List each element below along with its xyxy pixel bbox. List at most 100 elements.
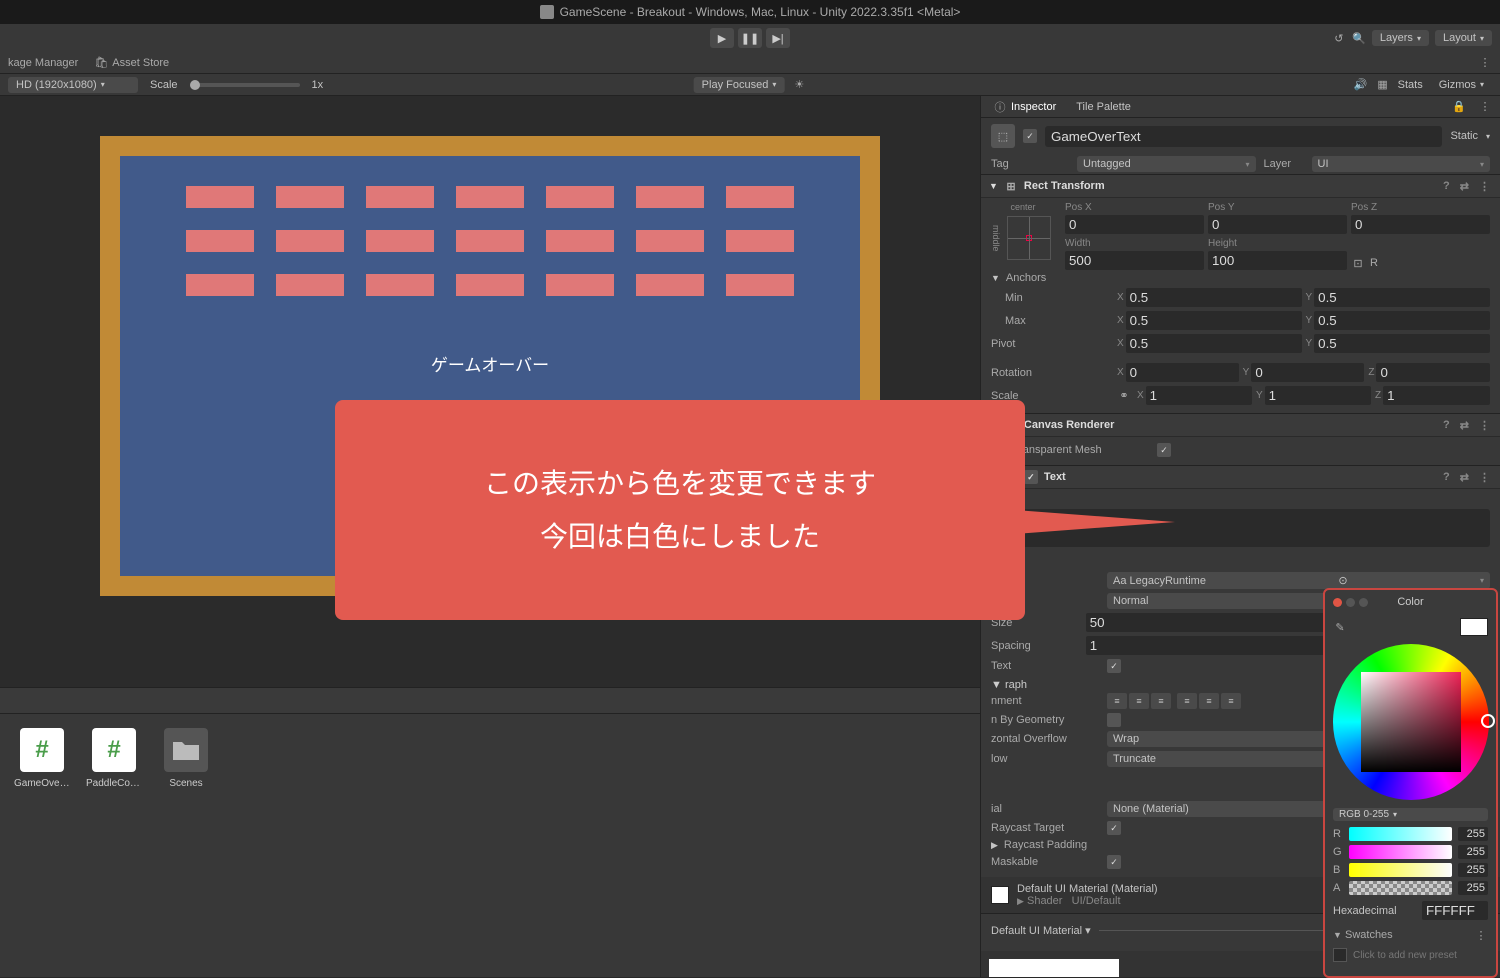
lock-icon[interactable]: 🔒 [1452,100,1466,114]
window-traffic-lights[interactable] [1333,598,1368,607]
gizmos-dropdown[interactable]: Gizmos [1431,77,1492,93]
rich-text-checkbox[interactable]: ✓ [1107,659,1121,673]
preset-icon[interactable]: ⇄ [1458,419,1471,432]
color-sv-box[interactable] [1361,672,1461,772]
b-value[interactable]: 255 [1458,863,1488,877]
layers-dropdown[interactable]: Layers [1372,30,1429,46]
undo-history-icon[interactable]: ↺ [1332,31,1346,45]
brick [276,186,344,208]
resolution-dropdown[interactable]: HD (1920x1080) [8,77,138,93]
pause-button[interactable]: ❚❚ [738,28,762,48]
asset-item[interactable]: # GameOver... [14,728,70,789]
tab-asset-store[interactable]: 🛍Asset Store [94,56,169,69]
asset-label: GameOver... [14,778,70,789]
view-tabs: kage Manager 🛍Asset Store ⋮ [0,52,1500,74]
asset-item[interactable]: Scenes [158,728,214,789]
static-label: Static [1450,130,1478,142]
active-checkbox[interactable]: ✓ [1023,129,1037,143]
play-focused-dropdown[interactable]: Play Focused [694,77,785,93]
rot-z[interactable] [1376,363,1490,382]
help-icon[interactable]: ? [1441,471,1452,483]
a-slider[interactable] [1349,881,1452,895]
annotation-line-1: この表示から色を変更できます [484,457,876,510]
swatches-menu-icon[interactable]: ⋮ [1474,928,1488,942]
preset-icon[interactable]: ⇄ [1458,180,1471,193]
anchor-min-y[interactable] [1314,288,1490,307]
scale-z[interactable] [1383,386,1490,405]
text-component-header[interactable]: ▼T✓ Text ?⇄⋮ [981,465,1500,489]
project-panel: # GameOver... #PaddleCon... Scenes [0,687,980,977]
anchor-max-x[interactable] [1126,311,1302,330]
asset-item[interactable]: #PaddleCon... [86,728,142,789]
anchor-min-x[interactable] [1126,288,1302,307]
preset-icon[interactable]: ⇄ [1458,471,1471,484]
g-slider[interactable] [1349,845,1452,859]
tab-tile-palette[interactable]: Tile Palette [1072,101,1135,113]
anchor-max-y[interactable] [1314,311,1490,330]
pos-y-field[interactable] [1208,215,1347,234]
search-icon[interactable]: 🔍 [1352,31,1366,45]
play-button[interactable]: ▶ [710,28,734,48]
pivot-x[interactable] [1126,334,1302,353]
stats-toggle[interactable]: Stats [1398,79,1423,91]
font-dropdown[interactable]: Aa LegacyRuntime⊙ [1107,572,1490,589]
b-slider[interactable] [1349,863,1452,877]
g-value[interactable]: 255 [1458,845,1488,859]
kebab-menu-icon[interactable]: ⋮ [1478,56,1492,70]
pos-x-field[interactable] [1065,215,1204,234]
width-field[interactable] [1065,251,1204,270]
brick [546,274,614,296]
brick [276,230,344,252]
menu-icon[interactable]: ⋮ [1477,419,1492,432]
r-value[interactable]: 255 [1458,827,1488,841]
maskable-checkbox[interactable]: ✓ [1107,855,1121,869]
constrain-icon[interactable]: ⚭ [1117,389,1131,403]
height-field[interactable] [1208,251,1347,270]
menu-icon[interactable]: ⋮ [1477,180,1492,193]
rot-y[interactable] [1251,363,1364,382]
tab-inspector[interactable]: ⓘInspector [989,100,1060,114]
display-icon[interactable]: ▦ [1376,78,1390,92]
blueprint-mode-icon[interactable]: ⊡ [1351,256,1365,270]
tag-dropdown[interactable]: Untagged [1077,156,1256,172]
canvas-renderer-header[interactable]: ▼◉ Canvas Renderer ?⇄⋮ [981,413,1500,437]
a-value[interactable]: 255 [1458,881,1488,895]
tab-package-manager[interactable]: kage Manager [8,57,78,69]
menu-icon[interactable]: ⋮ [1477,471,1492,484]
color-mode-dropdown[interactable]: RGB 0-255 [1333,808,1488,821]
mute-icon[interactable]: ☀ [792,78,806,92]
scale-y[interactable] [1265,386,1371,405]
annotation-line-2: 今回は白色にしました [540,510,820,563]
script-icon: # [20,728,64,772]
object-name-field[interactable] [1045,126,1442,147]
raycast-target-checkbox[interactable]: ✓ [1107,821,1121,835]
hex-field[interactable] [1422,901,1488,920]
layer-dropdown[interactable]: UI [1312,156,1491,172]
eyedropper-icon[interactable]: ✎ [1333,620,1347,634]
material-dropdown[interactable]: Default UI Material ▾ [991,924,1091,937]
pos-z-field[interactable] [1351,215,1490,234]
scale-slider[interactable] [190,83,300,87]
text-enabled-checkbox[interactable]: ✓ [1024,470,1038,484]
add-preset-slot[interactable] [1333,948,1347,962]
alignment-buttons[interactable]: ≡≡≡≡≡≡ [1107,693,1241,709]
hue-cursor[interactable] [1481,714,1495,728]
static-dropdown-icon[interactable]: ▾ [1486,132,1490,141]
scale-x[interactable] [1146,386,1252,405]
help-icon[interactable]: ? [1441,419,1452,431]
audio-icon[interactable]: 🔊 [1354,78,1368,92]
align-geom-checkbox[interactable] [1107,713,1121,727]
color-wheel[interactable] [1333,644,1489,800]
brick-grid [120,186,860,296]
step-button[interactable]: ▶| [766,28,790,48]
cull-checkbox[interactable]: ✓ [1157,443,1171,457]
layout-dropdown[interactable]: Layout [1435,30,1492,46]
rect-transform-header[interactable]: ▼ ⊞ Rect Transform ? ⇄ ⋮ [981,174,1500,198]
rot-x[interactable] [1126,363,1239,382]
raw-edit-icon[interactable]: R [1367,256,1381,270]
help-icon[interactable]: ? [1441,180,1452,192]
r-slider[interactable] [1349,827,1452,841]
anchor-preset-button[interactable] [1007,216,1051,260]
pivot-y[interactable] [1314,334,1490,353]
kebab-menu-icon[interactable]: ⋮ [1478,100,1492,114]
